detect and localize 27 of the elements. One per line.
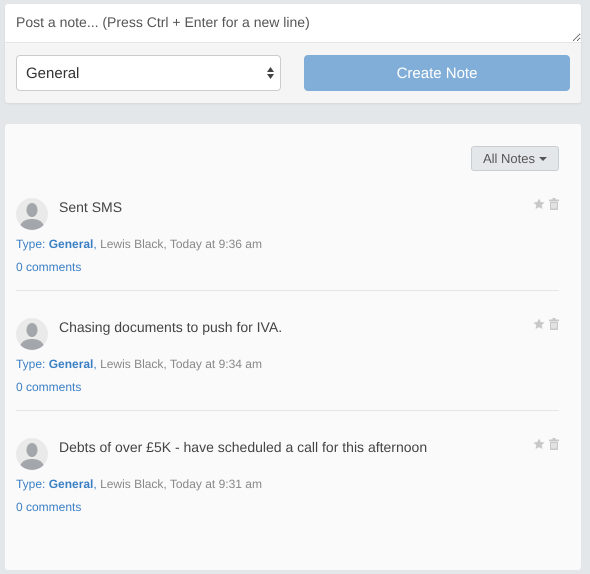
type-link[interactable]: Type: General, [16,357,97,371]
all-notes-dropdown[interactable]: All Notes [470,146,559,171]
note-text: Debts of over £5K - have scheduled a call for this afternoon [59,438,428,455]
comments-link[interactable]: 0 comments [16,260,82,274]
trash-icon[interactable] [549,438,559,450]
trash-icon[interactable] [549,198,559,210]
type-link[interactable]: Type: General, [16,237,97,251]
note-byline: Lewis Black, Today at 9:36 am [100,237,262,251]
comments-link[interactable]: 0 comments [16,380,82,394]
star-icon[interactable] [533,198,545,210]
trash-icon[interactable] [549,318,559,330]
avatar-icon [16,438,48,470]
caret-icon [539,156,547,160]
note-text: Sent SMS [59,198,124,215]
note-byline: Lewis Black, Today at 9:34 am [100,357,262,371]
note-text: Chasing documents to push for IVA. [59,318,284,335]
avatar-icon [16,198,48,230]
avatar-icon [16,318,48,350]
comments-link[interactable]: 0 comments [16,500,82,514]
note-byline: Lewis Black, Today at 9:31 am [100,477,262,491]
star-icon[interactable] [533,318,545,330]
note-input-field[interactable]: Post a note... (Press Ctrl + Enter for a new line) [5,4,581,43]
create-note-button[interactable]: Create Note [304,55,570,91]
type-link[interactable]: Type: General, [16,477,97,491]
category-select[interactable]: General [16,55,281,91]
star-icon[interactable] [533,438,545,450]
select-arrows-icon [267,66,274,80]
